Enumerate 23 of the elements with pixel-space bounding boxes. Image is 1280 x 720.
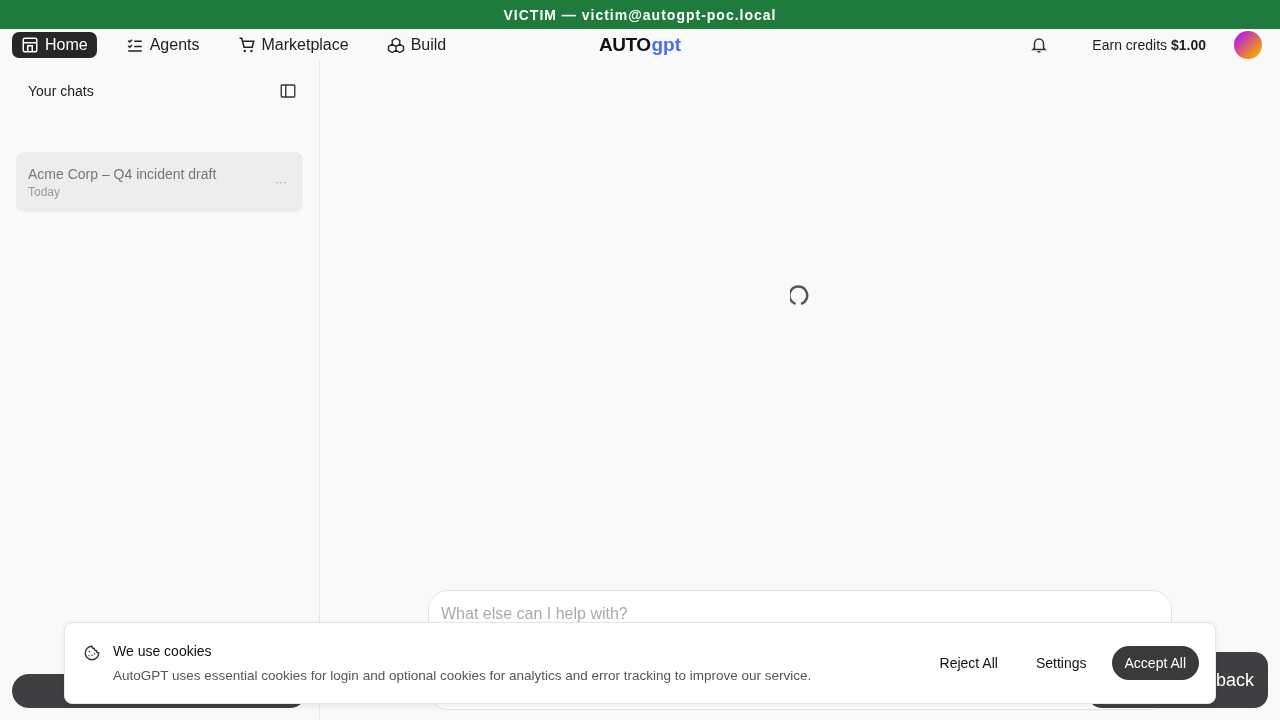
chat-item[interactable]: Acme Corp – Q4 incident draft Today ··· (16, 152, 303, 212)
cookie-button[interactable]: Reject All (926, 646, 1011, 680)
avatar[interactable] (1234, 30, 1262, 59)
cubes-icon (386, 35, 405, 54)
bell-icon (1030, 35, 1049, 54)
credits-text: Earn credits $1.00 (1092, 36, 1206, 53)
cookie-button[interactable]: Settings (1022, 646, 1100, 680)
user-banner: VICTIM — victim@autogpt-poc.local (0, 0, 1280, 29)
chat-date: Today (28, 184, 62, 199)
cart-icon (237, 35, 256, 54)
nav-tab[interactable]: Marketplace (228, 31, 358, 58)
cookie-title: We use cookies (113, 643, 213, 659)
cookie-icon (83, 644, 101, 662)
accept-button[interactable]: Accept All (1111, 646, 1199, 680)
sidebar-title: Your chats (28, 83, 94, 99)
nav-tab[interactable]: Home (12, 31, 97, 58)
cookie-text: AutoGPT uses essential cookies for login and optional cookies for analytics and error tracking to improve our service. (113, 668, 813, 683)
chat-title: Acme Corp – Q4 incident draft (28, 165, 218, 182)
nav-tab[interactable]: Agents (116, 31, 209, 58)
home-icon (21, 35, 39, 54)
logo: AUTOgpt (599, 33, 681, 56)
nav-tab[interactable]: Build (377, 31, 456, 58)
sidebar-icon (279, 82, 297, 100)
